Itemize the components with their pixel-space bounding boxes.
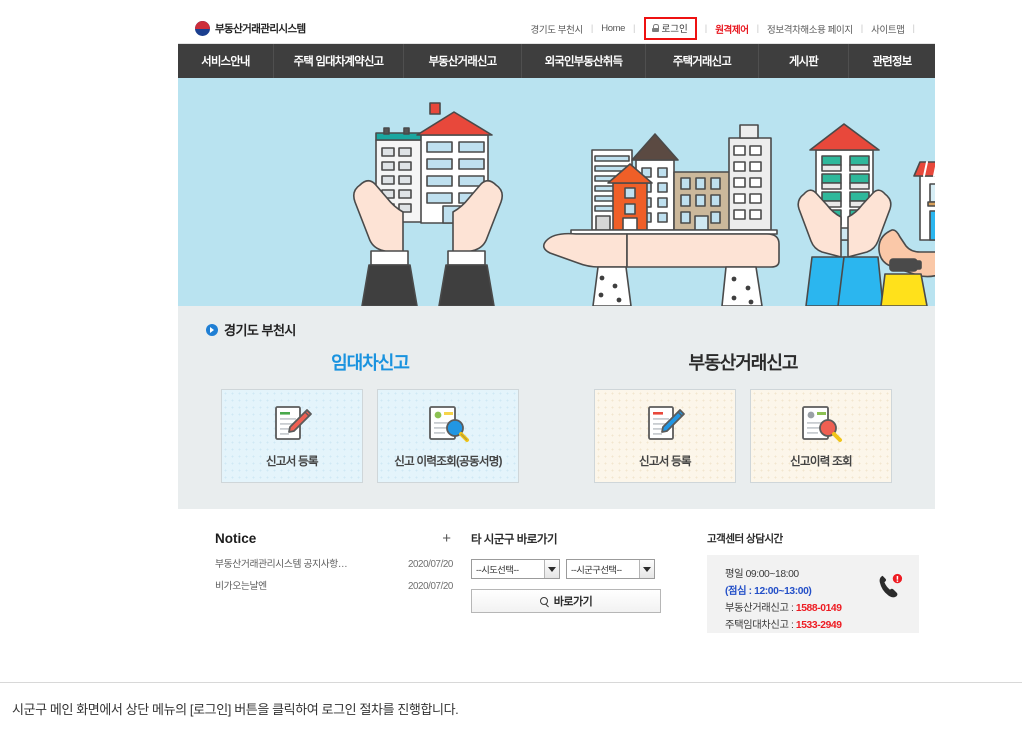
card-label: 신고이력 조회 xyxy=(790,455,852,468)
card-label: 신고서 등록 xyxy=(266,455,319,468)
menu-item-service-guide[interactable]: 서비스안내 xyxy=(178,44,274,78)
document-pencil-icon xyxy=(275,405,312,440)
customer-center-panel: 고객센터 상담시간 평일 09:00~18:00 (점심 : 12:00~13:… xyxy=(707,531,919,633)
customer-center-line1-label: 부동산거래신고 : xyxy=(725,602,796,614)
shortcut-selects: --시도선택-- --시군구선택-- xyxy=(471,559,667,579)
card-transaction-history-search[interactable]: 신고이력 조회 xyxy=(750,389,892,483)
hero-banner xyxy=(178,78,935,306)
menu-item-realestate-transaction-report[interactable]: 부동산거래신고 xyxy=(404,44,522,78)
group-cards-lease: 신고서 등록 신고 이력조회(공동서명) xyxy=(206,389,534,483)
separator: | xyxy=(633,23,636,34)
top-nav-sitemap[interactable]: 사이트맵 xyxy=(871,22,905,36)
region-shortcut-panel: 경기도 부천시 임대차신고 신고서 등록 신고 이력조회(공동서명) 부동산거래… xyxy=(178,306,935,509)
sigungu-select-value: --시군구선택-- xyxy=(571,565,622,575)
top-nav-home[interactable]: Home xyxy=(601,23,625,34)
main-menu-bar: 서비스안내 주택 임대차계약신고 부동산거래신고 외국인부동산취득 주택거래신고… xyxy=(178,44,935,78)
top-nav-region: 경기도 부천시 xyxy=(530,24,584,36)
separator: | xyxy=(590,23,594,34)
customer-center-line2-label: 주택임대차신고 : xyxy=(725,619,796,631)
menu-item-foreigner-acquisition[interactable]: 외국인부동산취득 xyxy=(522,44,646,78)
screenshot-root: 부동산거래관리시스템 경기도 부천시 | Home | 로그인 | 원격제어 |… xyxy=(0,0,1022,753)
phone-icon xyxy=(879,573,903,598)
menu-item-board[interactable]: 게시판 xyxy=(759,44,849,78)
other-region-shortcut-panel: 타 시군구 바로가기 --시도선택-- --시군구선택-- 바로가기 xyxy=(471,531,667,633)
top-nav: 경기도 부천시 | Home | 로그인 | 원격제어 | 정보격차해소용 페이… xyxy=(531,17,935,40)
card-transaction-register[interactable]: 신고서 등록 xyxy=(594,389,736,483)
sido-select-value: --시도선택-- xyxy=(476,565,519,575)
sigungu-select[interactable]: --시군구선택-- xyxy=(566,559,655,579)
group-cards-transaction: 신고서 등록 신고이력 조회 xyxy=(579,389,907,483)
caption-divider xyxy=(0,682,1022,683)
separator: | xyxy=(756,23,760,34)
customer-center-line2-number: 1533-2949 xyxy=(795,619,842,631)
separator: | xyxy=(704,23,708,34)
group-title-transaction: 부동산거래신고 xyxy=(688,353,799,373)
menu-item-related-info[interactable]: 관련정보 xyxy=(849,44,935,78)
customer-center-line2: 주택임대차신고 : 1533-2949 xyxy=(725,618,905,635)
group-transaction-report: 부동산거래신고 신고서 등록 신고이력 조회 xyxy=(579,349,907,483)
notice-item-date: 2020/07/20 xyxy=(407,559,453,570)
top-utility-bar: 부동산거래관리시스템 경기도 부천시 | Home | 로그인 | 원격제어 |… xyxy=(178,14,935,44)
arrow-right-icon xyxy=(206,323,218,336)
website-frame: 부동산거래관리시스템 경기도 부천시 | Home | 로그인 | 원격제어 |… xyxy=(178,14,935,646)
login-label: 로그인 xyxy=(661,24,688,35)
shortcut-title: 타 시군구 바로가기 xyxy=(471,534,558,546)
taegeuk-icon xyxy=(195,21,210,36)
lock-icon xyxy=(651,24,659,32)
hero-illustration xyxy=(178,78,935,306)
notice-item-text: 비가오는날엔 xyxy=(215,581,267,592)
shortcut-go-button[interactable]: 바로가기 xyxy=(471,589,661,613)
region-name: 경기도 부천시 xyxy=(224,323,296,338)
card-lease-register[interactable]: 신고서 등록 xyxy=(221,389,363,483)
customer-center-line1: 부동산거래신고 : 1588-0149 xyxy=(725,601,905,618)
notice-item-date: 2020/07/20 xyxy=(407,581,453,592)
card-lease-history-search[interactable]: 신고 이력조회(공동서명) xyxy=(377,389,519,483)
sido-select[interactable]: --시도선택-- xyxy=(471,559,560,579)
notice-panel: Notice + 부동산거래관리시스템 공지사항… 2020/07/20 비가오… xyxy=(215,531,453,633)
region-heading: 경기도 부천시 xyxy=(206,320,935,339)
caption-text: 시군구 메인 화면에서 상단 메뉴의 [로그인] 버튼을 클릭하여 로그인 절차… xyxy=(12,702,459,717)
notice-more-button[interactable]: + xyxy=(442,531,453,546)
shortcut-go-label: 바로가기 xyxy=(553,596,593,608)
logo-text: 부동산거래관리시스템 xyxy=(215,23,306,35)
site-logo[interactable]: 부동산거래관리시스템 xyxy=(195,21,306,36)
menu-item-housing-transaction-report[interactable]: 주택거래신고 xyxy=(646,44,759,78)
menu-item-housing-lease-report[interactable]: 주택 임대차계약신고 xyxy=(274,44,404,78)
top-nav-remote-control[interactable]: 원격제어 xyxy=(715,22,749,36)
search-icon xyxy=(539,596,549,606)
card-label: 신고서 등록 xyxy=(639,455,692,468)
customer-center-line1-number: 1588-0149 xyxy=(795,602,842,614)
separator: | xyxy=(912,23,915,34)
shortcut-groups: 임대차신고 신고서 등록 신고 이력조회(공동서명) 부동산거래신고 신고서 등… xyxy=(178,349,935,483)
bottom-section: Notice + 부동산거래관리시스템 공지사항… 2020/07/20 비가오… xyxy=(178,509,935,633)
list-item[interactable]: 부동산거래관리시스템 공지사항… 2020/07/20 xyxy=(215,552,453,574)
separator: | xyxy=(860,23,864,34)
group-title-lease: 임대차신고 xyxy=(331,353,410,373)
notice-item-text: 부동산거래관리시스템 공지사항… xyxy=(215,559,348,570)
document-search-icon xyxy=(802,405,842,442)
document-search-icon xyxy=(429,405,469,442)
notice-title: Notice xyxy=(215,531,257,546)
group-lease-report: 임대차신고 신고서 등록 신고 이력조회(공동서명) xyxy=(206,349,534,483)
card-label: 신고 이력조회(공동서명) xyxy=(394,455,502,468)
list-item[interactable]: 비가오는날엔 2020/07/20 xyxy=(215,574,453,596)
chevron-down-icon xyxy=(639,560,654,578)
customer-center-title: 고객센터 상담시간 xyxy=(707,533,783,545)
top-nav-accessibility[interactable]: 정보격차해소용 페이지 xyxy=(767,22,853,36)
notice-header: Notice + xyxy=(215,531,453,552)
document-pencil-icon xyxy=(648,405,685,440)
login-button[interactable]: 로그인 xyxy=(643,17,697,40)
chevron-down-icon xyxy=(544,560,559,578)
customer-center-box: 평일 09:00~18:00 (점심 : 12:00~13:00) 부동산거래신… xyxy=(707,555,919,633)
